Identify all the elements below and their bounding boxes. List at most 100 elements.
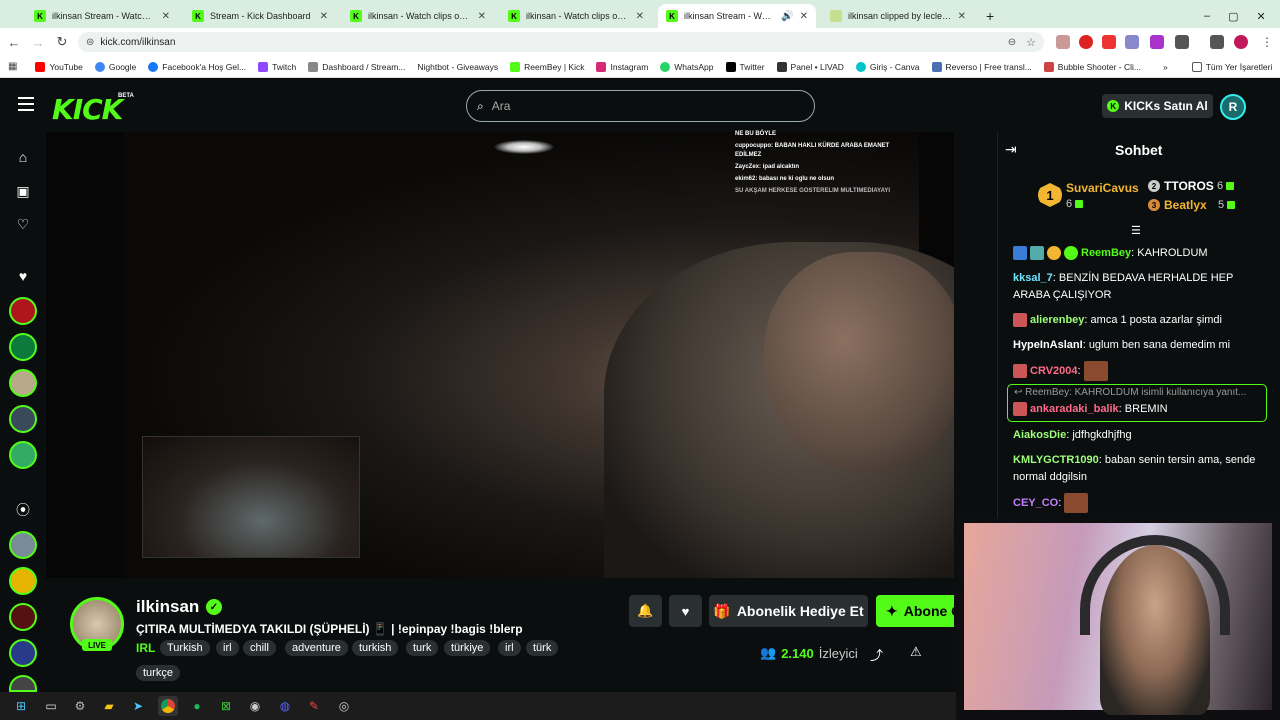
browser-tab-active[interactable]: Kilkinsan Stream - Watch Live on Kick 🔊 ✕ <box>658 4 816 28</box>
notification-bell-button[interactable]: 🔔 <box>629 595 662 627</box>
chat-username[interactable]: KMLYGCTR1090 <box>1013 454 1099 466</box>
extension-icon[interactable] <box>1102 35 1116 49</box>
user-avatar[interactable]: R <box>1220 94 1246 120</box>
maximize-icon[interactable]: ▢ <box>1228 10 1238 23</box>
close-icon[interactable]: ✕ <box>320 11 328 22</box>
profile-icon[interactable] <box>1234 35 1248 49</box>
chat-username[interactable]: CRV2004 <box>1030 365 1078 377</box>
forward-icon[interactable]: → <box>26 30 50 54</box>
stream-tag[interactable]: Turkish <box>160 640 210 656</box>
telegram-icon[interactable]: ➤ <box>128 696 148 716</box>
recommended-channel-avatar[interactable] <box>9 603 37 631</box>
bookmark-item[interactable]: WhatsApp <box>660 61 714 72</box>
followed-channel-avatar[interactable] <box>9 333 37 361</box>
stream-tag[interactable]: türk <box>526 640 559 656</box>
stream-tag[interactable]: turkçe <box>136 665 180 681</box>
reply-context[interactable]: ↩ ReemBey: KAHROLDUM isimli kullanıcıya … <box>1014 387 1262 398</box>
bookmark-item[interactable]: Facebook'a Hoş Gel... <box>148 61 246 72</box>
excel-icon[interactable]: ⊠ <box>216 696 236 716</box>
stream-tag[interactable]: türkiye <box>444 640 491 656</box>
bookmark-item[interactable]: Nightbot - Giveaways <box>417 62 498 72</box>
browser-tab[interactable]: Kilkinsan - Watch clips on Kick ✕ <box>500 4 652 28</box>
share-icon[interactable]: ⤴ <box>870 645 883 664</box>
bookmark-item[interactable]: Panel • LIVAD <box>776 61 844 72</box>
bookmark-item[interactable]: Instagram <box>596 61 648 72</box>
stream-tag[interactable]: adventure <box>285 640 348 656</box>
stream-tag[interactable]: turkish <box>352 640 399 656</box>
close-icon[interactable]: ✕ <box>478 11 486 22</box>
close-icon[interactable]: ✕ <box>800 11 808 22</box>
browser-tab[interactable]: Kilkinsan - Watch clips on Kick ✕ <box>342 4 494 28</box>
report-icon[interactable]: ⚠ <box>910 644 922 660</box>
bookmark-item[interactable]: Twitch <box>258 61 296 72</box>
close-window-icon[interactable]: ✕ <box>1257 10 1266 23</box>
leaderboard-user[interactable]: SuvariCavus <box>1066 181 1139 195</box>
chrome-icon[interactable] <box>158 696 178 716</box>
bookmark-star-icon[interactable]: ☆ <box>1026 36 1036 49</box>
app-icon[interactable]: ✎ <box>304 696 324 716</box>
bookmark-item[interactable]: Dashboard / Stream... <box>308 61 405 72</box>
chat-username[interactable]: HypeInAslanI <box>1013 339 1083 351</box>
stream-tag[interactable]: irl <box>498 640 521 656</box>
followed-channel-avatar[interactable] <box>9 369 37 397</box>
subscribe-button[interactable]: ✦ Abone Ol <box>876 595 954 627</box>
steam-icon[interactable]: ◉ <box>245 696 265 716</box>
task-view-icon[interactable]: ▭ <box>41 696 61 716</box>
chat-username[interactable]: kksal_7 <box>1013 272 1053 284</box>
buy-kicks-button[interactable]: K KICKs Satın Al <box>1102 94 1213 118</box>
channel-name[interactable]: ilkinsan <box>136 597 199 617</box>
home-icon[interactable]: ⌂ <box>12 146 34 168</box>
followed-channel-avatar[interactable] <box>9 441 37 469</box>
bookmark-item[interactable]: Twitter <box>725 61 765 72</box>
address-bar[interactable]: ⊜ kick.com/ilkinsan ⊖ ☆ <box>78 32 1044 52</box>
speaker-icon[interactable]: 🔊 <box>781 11 793 22</box>
collapse-chat-icon[interactable]: ⇥ <box>1005 141 1017 158</box>
follow-button[interactable]: ♥ <box>669 595 702 627</box>
followed-channel-avatar[interactable] <box>9 405 37 433</box>
gift-subscription-button[interactable]: 🎁 Abonelik Hediye Et <box>709 595 868 627</box>
recommended-channel-avatar[interactable] <box>9 531 37 559</box>
close-icon[interactable]: ✕ <box>958 11 966 22</box>
spotify-icon[interactable]: ● <box>187 696 207 716</box>
close-icon[interactable]: ✕ <box>162 11 170 22</box>
stream-category[interactable]: IRL <box>136 641 155 655</box>
stream-tag[interactable]: turk <box>406 640 439 656</box>
hamburger-menu-icon[interactable] <box>18 97 34 111</box>
bookmarks-overflow[interactable]: » <box>1163 62 1168 72</box>
chat-username[interactable]: CEY_CO <box>1013 497 1058 509</box>
following-icon[interactable]: ♡ <box>12 213 34 235</box>
extension-icon[interactable] <box>1056 35 1070 49</box>
discord-icon[interactable]: ◍ <box>275 696 295 716</box>
chat-filter-icon[interactable]: ☰ <box>1131 224 1141 237</box>
extension-icon[interactable] <box>1150 35 1164 49</box>
chat-username[interactable]: ReemBey <box>1081 247 1131 259</box>
browser-tab[interactable]: K Stream - Kick Dashboard ✕ <box>184 4 336 28</box>
browser-tab[interactable]: Kilkinsan Stream - Watch Live on Kick ✕ <box>26 4 178 28</box>
all-bookmarks[interactable]: Tüm Yer İşaretleri <box>1191 61 1272 72</box>
chat-username[interactable]: ankaradaki_balik <box>1030 403 1119 415</box>
followed-channel-avatar[interactable] <box>9 297 37 325</box>
browser-tab[interactable]: ilkinsan clipped by leclercurry ✕ <box>822 4 974 28</box>
chat-username[interactable]: alierenbey <box>1030 314 1084 326</box>
site-info-icon[interactable]: ⊜ <box>86 37 94 48</box>
windows-start-icon[interactable]: ⊞ <box>11 696 31 716</box>
bookmark-item[interactable]: Reverso | Free transl... <box>931 61 1032 72</box>
bookmark-item[interactable]: ReemBey | Kick <box>510 61 584 72</box>
puzzle-icon[interactable] <box>1175 35 1189 49</box>
recommended-channel-avatar[interactable] <box>9 639 37 667</box>
media-icon[interactable] <box>1210 35 1224 49</box>
new-tab-button[interactable]: + <box>978 4 998 28</box>
browse-icon[interactable]: ▣ <box>12 180 34 202</box>
zoom-icon[interactable]: ⊖ <box>1008 37 1016 48</box>
chat-username[interactable]: AiakosDie <box>1013 429 1066 441</box>
bookmark-item[interactable]: YouTube <box>35 61 83 72</box>
stream-tag[interactable]: irl <box>216 640 239 656</box>
file-explorer-icon[interactable]: ▰ <box>99 696 119 716</box>
reload-icon[interactable]: ↻ <box>50 30 74 54</box>
minimize-icon[interactable]: – <box>1204 10 1210 22</box>
apps-icon[interactable]: ▦ <box>8 61 17 72</box>
search-input[interactable]: ⌕ Ara <box>466 90 815 122</box>
bookmark-item[interactable]: Google <box>94 61 136 72</box>
back-icon[interactable]: ← <box>2 30 26 54</box>
extension-icon[interactable] <box>1125 35 1139 49</box>
